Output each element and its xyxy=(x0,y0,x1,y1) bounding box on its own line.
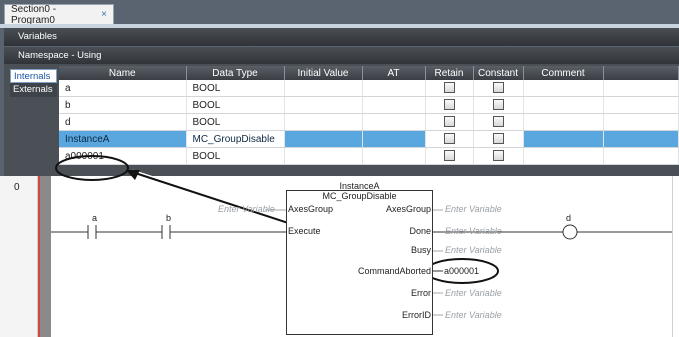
enter-variable-axes-input[interactable]: Enter Variable xyxy=(218,204,275,214)
fb-output-commandaborted: CommandAborted xyxy=(357,266,431,276)
fb-output-error: Error xyxy=(411,288,431,298)
fb-output-done: Done xyxy=(409,226,431,236)
fb-output-errorid: ErrorID xyxy=(402,310,431,320)
contact-a-label[interactable]: a xyxy=(92,213,97,223)
fb-output-busy: Busy xyxy=(410,245,431,255)
enter-variable-done[interactable]: Enter Variable xyxy=(445,226,502,236)
fb-instance-name[interactable]: InstanceA xyxy=(286,181,433,191)
fb-output-axesgroup: AxesGroup xyxy=(385,204,431,214)
fb-input-execute: Execute xyxy=(288,226,321,236)
commandaborted-variable[interactable]: a000001 xyxy=(444,266,479,276)
enter-variable-busy[interactable]: Enter Variable xyxy=(445,245,502,255)
fb-input-axesgroup: AxesGroup xyxy=(288,204,334,214)
enter-variable-axes-output[interactable]: Enter Variable xyxy=(445,204,502,214)
coil-d xyxy=(562,224,578,240)
contact-b-label[interactable]: b xyxy=(166,213,171,223)
enter-variable-errorid[interactable]: Enter Variable xyxy=(445,310,502,320)
enter-variable-error[interactable]: Enter Variable xyxy=(445,288,502,298)
callout-ellipse-variable xyxy=(55,155,129,181)
coil-d-label[interactable]: d xyxy=(566,213,571,223)
fb-type-name: MC_GroupDisable xyxy=(322,191,397,201)
